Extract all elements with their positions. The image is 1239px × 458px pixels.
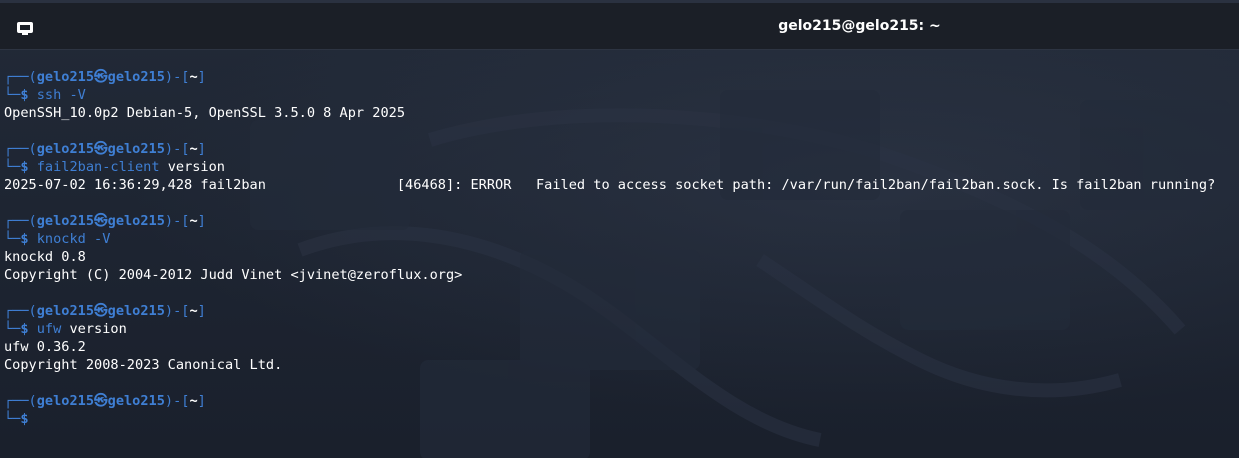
prompt-frame: ] bbox=[197, 69, 206, 85]
prompt-frame: )-[ bbox=[164, 303, 190, 319]
prompt-user-host: gelo215㉿gelo215 bbox=[36, 141, 165, 157]
command-line: └─$ bbox=[4, 410, 1236, 428]
prompt-frame: ┌──( bbox=[4, 303, 37, 319]
prompt-symbol: $ bbox=[20, 159, 29, 175]
command-args: -V bbox=[61, 87, 86, 103]
prompt-header-line: ┌──(gelo215㉿gelo215)-[~] bbox=[4, 392, 1236, 410]
terminal-output[interactable]: ┌──(gelo215㉿gelo215)-[~] └─$ ssh -V OpenSS… bbox=[4, 68, 1236, 428]
prompt-header-line: ┌──(gelo215㉿gelo215)-[~] bbox=[4, 140, 1236, 158]
command-name: fail2ban-client bbox=[36, 159, 160, 175]
command-line: └─$ ssh -V bbox=[4, 86, 1236, 104]
prompt-symbol: $ bbox=[20, 87, 29, 103]
command-output: 2025-07-02 16:36:29,428 fail2ban [46468]… bbox=[4, 177, 1216, 193]
command-name: ufw bbox=[36, 321, 62, 337]
input-cursor[interactable] bbox=[37, 411, 45, 426]
prompt-user-host: gelo215㉿gelo215 bbox=[36, 303, 165, 319]
command-name: knockd bbox=[36, 231, 86, 247]
title-bar: gelo215@gelo215: ~ bbox=[0, 0, 1239, 50]
prompt-frame: ] bbox=[197, 213, 206, 229]
prompt-frame: ┌──( bbox=[4, 141, 37, 157]
command-output: ufw 0.36.2 bbox=[4, 339, 86, 355]
prompt-frame: )-[ bbox=[164, 141, 190, 157]
prompt-directory: ~ bbox=[189, 393, 198, 409]
prompt-header-line: ┌──(gelo215㉿gelo215)-[~] bbox=[4, 302, 1236, 320]
command-output: OpenSSH_10.0p2 Debian-5, OpenSSL 3.5.0 8… bbox=[4, 105, 406, 121]
prompt-user-host: gelo215㉿gelo215 bbox=[36, 213, 165, 229]
prompt-frame: ┌──( bbox=[4, 213, 37, 229]
prompt-header-line: ┌──(gelo215㉿gelo215)-[~] bbox=[4, 68, 1236, 86]
prompt-directory: ~ bbox=[189, 141, 198, 157]
prompt-directory: ~ bbox=[189, 69, 198, 85]
command-line: └─$ knockd -V bbox=[4, 230, 1236, 248]
prompt-symbol: $ bbox=[20, 321, 29, 337]
prompt-frame: └─ bbox=[4, 411, 21, 427]
terminal-window: gelo215@gelo215: ~ ┌──(gelo215㉿gelo215)-… bbox=[0, 0, 1239, 458]
command-name: ssh bbox=[36, 87, 62, 103]
prompt-frame: )-[ bbox=[164, 69, 190, 85]
prompt-frame: └─ bbox=[4, 159, 21, 175]
command-args: -V bbox=[85, 231, 111, 247]
prompt-frame: ] bbox=[197, 303, 206, 319]
window-title: gelo215@gelo215: ~ bbox=[778, 18, 941, 34]
command-line: └─$ fail2ban-client version bbox=[4, 158, 1236, 176]
command-output: Copyright (C) 2004-2012 Judd Vinet <jvin… bbox=[4, 267, 463, 283]
command-line: └─$ ufw version bbox=[4, 320, 1236, 338]
command-args: version bbox=[61, 321, 127, 337]
prompt-frame: └─ bbox=[4, 321, 21, 337]
prompt-frame: )-[ bbox=[164, 213, 190, 229]
command-output: knockd 0.8 bbox=[4, 249, 86, 265]
prompt-symbol: $ bbox=[20, 411, 29, 427]
prompt-symbol: $ bbox=[20, 231, 29, 247]
prompt-frame: ┌──( bbox=[4, 69, 37, 85]
prompt-frame: └─ bbox=[4, 87, 21, 103]
prompt-header-line: ┌──(gelo215㉿gelo215)-[~] bbox=[4, 212, 1236, 230]
prompt-user-host: gelo215㉿gelo215 bbox=[36, 393, 165, 409]
prompt-frame: )-[ bbox=[164, 393, 190, 409]
prompt-directory: ~ bbox=[189, 303, 198, 319]
prompt-frame: ┌──( bbox=[4, 393, 37, 409]
prompt-frame: ] bbox=[197, 141, 206, 157]
command-output: Copyright 2008-2023 Canonical Ltd. bbox=[4, 357, 283, 373]
prompt-frame: ] bbox=[197, 393, 206, 409]
prompt-directory: ~ bbox=[189, 213, 198, 229]
command-args: version bbox=[159, 159, 225, 175]
prompt-user-host: gelo215㉿gelo215 bbox=[36, 69, 165, 85]
prompt-frame: └─ bbox=[4, 231, 21, 247]
